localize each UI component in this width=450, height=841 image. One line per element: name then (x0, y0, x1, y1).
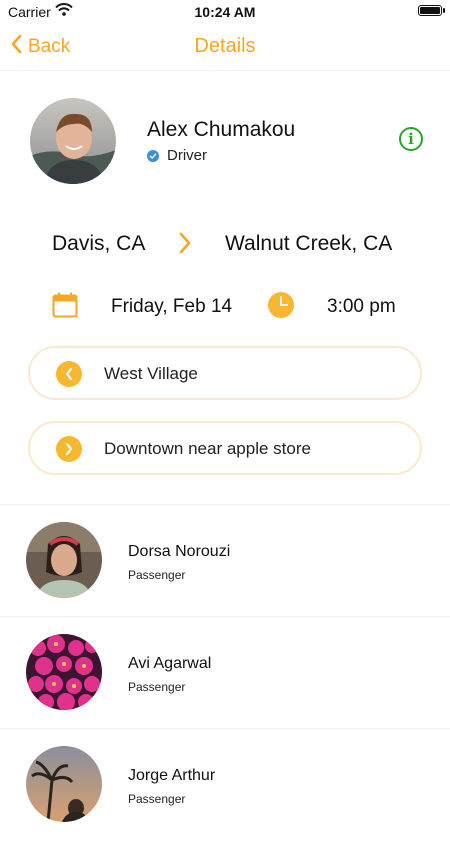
passenger-avatar (26, 522, 102, 598)
driver-avatar[interactable] (30, 98, 116, 184)
passenger-row[interactable]: Dorsa Norouzi Passenger (0, 505, 450, 617)
passenger-role: Passenger (128, 680, 186, 694)
battery-icon (418, 5, 445, 16)
dropoff-stop-label: Downtown near apple store (104, 439, 311, 458)
pickup-stop-label: West Village (104, 364, 198, 383)
passenger-row[interactable]: Jorge Arthur Passenger (0, 729, 450, 841)
route-row: Davis, CA Walnut Creek, CA (0, 230, 450, 260)
ride-time: 3:00 pm (327, 296, 396, 317)
calendar-icon (52, 292, 78, 324)
status-bar: Carrier 10:24 AM (0, 0, 450, 24)
pickup-stop[interactable]: West Village (28, 346, 422, 400)
passenger-name: Jorge Arthur (128, 767, 216, 784)
schedule-row: Friday, Feb 14 3:00 pm (0, 290, 450, 322)
route-destination: Walnut Creek, CA (225, 232, 393, 255)
ride-date: Friday, Feb 14 (111, 296, 233, 317)
passenger-row[interactable]: Avi Agarwal Passenger (0, 617, 450, 729)
passenger-role: Passenger (128, 792, 186, 806)
driver-role-label: Driver (167, 147, 207, 164)
dropoff-stop[interactable]: Downtown near apple store (28, 421, 422, 475)
chevron-left-icon (56, 361, 82, 387)
info-icon[interactable]: i (399, 127, 423, 151)
nav-bar: Back Details (0, 24, 450, 71)
passenger-avatar (26, 634, 102, 710)
passenger-avatar (26, 746, 102, 822)
passenger-role: Passenger (128, 568, 186, 582)
chevron-right-icon (178, 232, 192, 260)
status-time: 10:24 AM (194, 4, 256, 20)
passenger-name: Dorsa Norouzi (128, 543, 231, 560)
chevron-right-icon (56, 436, 82, 462)
verified-icon (147, 149, 159, 162)
passenger-name: Avi Agarwal (128, 655, 212, 672)
driver-name: Alex Chumakou (147, 118, 296, 141)
clock-icon (267, 291, 295, 325)
page-title: Details (194, 35, 256, 57)
driver-role: Driver (147, 147, 207, 164)
driver-card: Alex Chumakou Driver i (0, 96, 450, 186)
route-origin: Davis, CA (52, 232, 146, 255)
